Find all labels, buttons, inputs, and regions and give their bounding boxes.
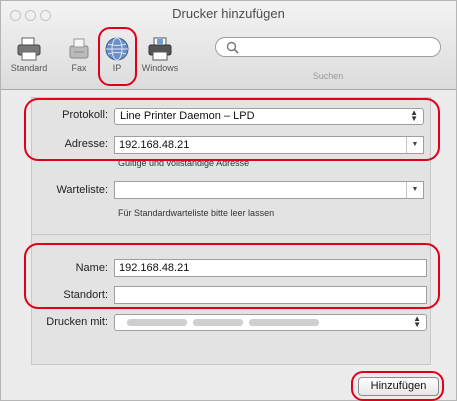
search-label: Suchen bbox=[312, 71, 344, 81]
queue-label: Warteliste: bbox=[56, 184, 108, 196]
divider bbox=[31, 234, 431, 235]
driver-popup[interactable]: ▲ ▼ bbox=[114, 314, 427, 331]
highlight-add-button bbox=[351, 371, 444, 401]
toolbar-standard-button[interactable]: Standard bbox=[5, 36, 53, 73]
chevron-down-icon[interactable]: ▼ bbox=[406, 182, 423, 198]
highlight-name-location bbox=[24, 243, 440, 309]
queue-hint: Für Standardwarteliste bitte leer lassen bbox=[118, 208, 275, 218]
highlight-protocol-address bbox=[24, 98, 440, 161]
blurred-text bbox=[249, 319, 319, 326]
toolbar-windows-button[interactable]: Windows bbox=[136, 36, 184, 73]
toolbar-standard-label: Standard bbox=[10, 63, 48, 73]
queue-field[interactable]: ▼ bbox=[114, 181, 424, 199]
window-title: Drucker hinzufügen bbox=[172, 6, 285, 21]
toolbar-windows-label: Windows bbox=[141, 63, 179, 73]
search-icon bbox=[226, 41, 239, 54]
up-down-arrows-icon: ▲ ▼ bbox=[413, 314, 421, 329]
blurred-text bbox=[193, 319, 243, 326]
titlebar: Drucker hinzufügen Standard Fax IP Windo… bbox=[1, 1, 456, 90]
windows-printer-icon bbox=[148, 37, 172, 61]
fax-icon bbox=[69, 38, 89, 59]
search-field[interactable] bbox=[215, 37, 441, 57]
printer-icon bbox=[17, 37, 41, 61]
highlight-ip-tab bbox=[98, 27, 137, 86]
blurred-text bbox=[127, 319, 187, 326]
add-printer-window: Drucker hinzufügen Standard Fax IP Windo… bbox=[0, 0, 457, 401]
driver-label: Drucken mit: bbox=[46, 316, 108, 328]
